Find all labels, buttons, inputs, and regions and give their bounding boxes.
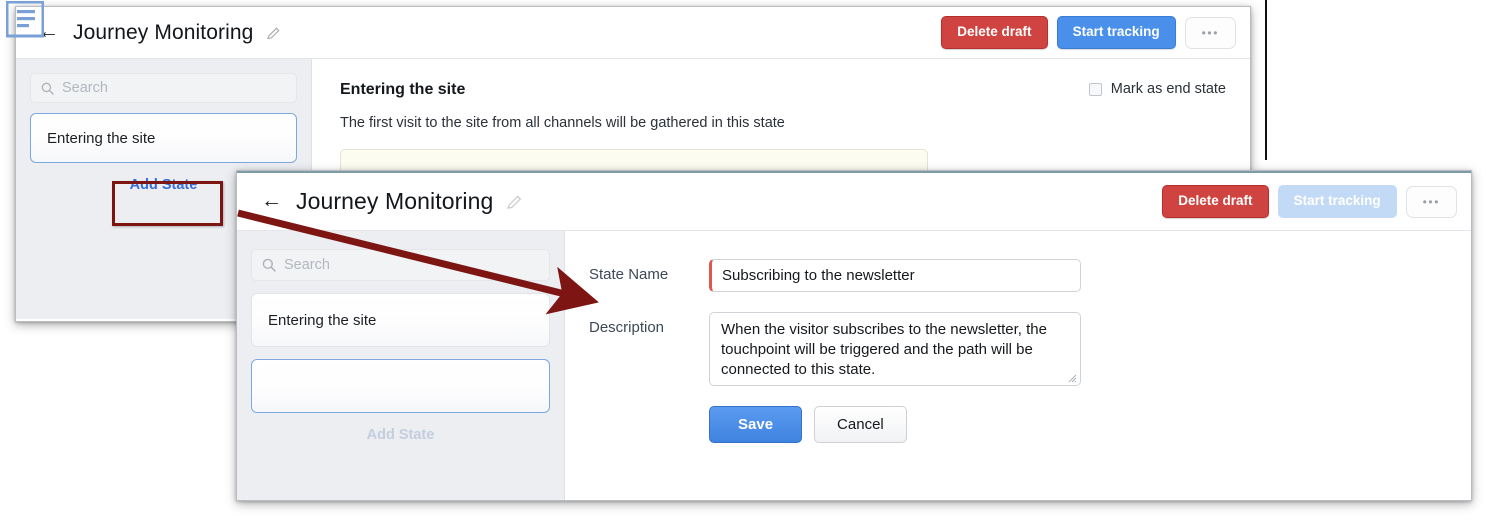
state-name-input[interactable]: Subscribing to the newsletter (709, 259, 1081, 292)
state-detail-header: Entering the site Mark as end state (340, 81, 1226, 99)
state-list-item[interactable]: Entering the site (251, 293, 550, 347)
add-state-button[interactable]: Add State (251, 413, 550, 443)
state-item-label: Entering the site (268, 311, 377, 329)
search-placeholder: Search (62, 80, 108, 96)
save-button[interactable]: Save (709, 406, 803, 443)
document-lines-icon[interactable] (5, 0, 45, 46)
screenshot-stage: ← Journey Monitoring Delete draft Start … (0, 0, 1486, 530)
delete-draft-button[interactable]: Delete draft (1162, 185, 1269, 218)
cancel-button[interactable]: Cancel (814, 406, 907, 443)
state-item-label: Entering the site (47, 129, 156, 147)
description-label: Description (589, 319, 665, 336)
search-icon (262, 258, 276, 272)
front-window-body: Search Entering the site Add State State… (237, 231, 1471, 500)
state-detail-description: The first visit to the site from all cha… (340, 115, 785, 131)
pencil-icon[interactable] (265, 25, 282, 42)
front-window-titlebar: ← Journey Monitoring Delete draft Start … (237, 173, 1471, 231)
state-detail-title: Entering the site (340, 81, 466, 98)
pencil-icon[interactable] (505, 193, 524, 212)
checkbox-box[interactable] (1088, 82, 1102, 96)
state-name-row: State Name Subscribing to the newsletter (589, 259, 1471, 292)
more-options-button[interactable]: ••• (1405, 185, 1457, 218)
start-tracking-button[interactable]: Start tracking (1056, 16, 1176, 49)
resize-grip-icon[interactable] (1066, 372, 1077, 383)
state-list-item-new[interactable] (251, 359, 550, 413)
back-button[interactable]: ← (261, 190, 282, 211)
mark-as-end-state-label: Mark as end state (1110, 81, 1226, 97)
search-icon (41, 82, 54, 95)
page-title: Journey Monitoring (73, 20, 254, 44)
mark-as-end-state-checkbox[interactable]: Mark as end state (1088, 81, 1226, 97)
window-frame-edge (1265, 0, 1267, 160)
back-window-actions: Delete draft Start tracking ••• (941, 16, 1236, 49)
description-text: When the visitor subscribes to the newsl… (721, 321, 1047, 378)
page-title: Journey Monitoring (296, 188, 494, 214)
state-name-label: State Name (589, 266, 669, 283)
front-window-actions: Delete draft Start tracking ••• (1162, 185, 1457, 218)
form-actions: Save Cancel (709, 406, 1471, 443)
description-input[interactable]: When the visitor subscribes to the newsl… (709, 312, 1081, 386)
state-list-item[interactable]: Entering the site (30, 113, 297, 163)
delete-draft-button[interactable]: Delete draft (941, 16, 1048, 49)
search-placeholder: Search (284, 257, 330, 273)
states-sidebar: Search Entering the site Add State (237, 231, 565, 500)
search-input[interactable]: Search (251, 249, 550, 281)
state-edit-form: State Name Subscribing to the newsletter… (565, 231, 1471, 500)
journey-monitoring-window-front: ← Journey Monitoring Delete draft Start … (236, 170, 1472, 501)
back-window-titlebar: ← Journey Monitoring Delete draft Start … (16, 7, 1250, 59)
search-input[interactable]: Search (30, 73, 297, 103)
more-options-button[interactable]: ••• (1184, 16, 1236, 49)
start-tracking-button[interactable]: Start tracking (1277, 185, 1397, 218)
description-row: Description When the visitor subscribes … (589, 312, 1471, 386)
